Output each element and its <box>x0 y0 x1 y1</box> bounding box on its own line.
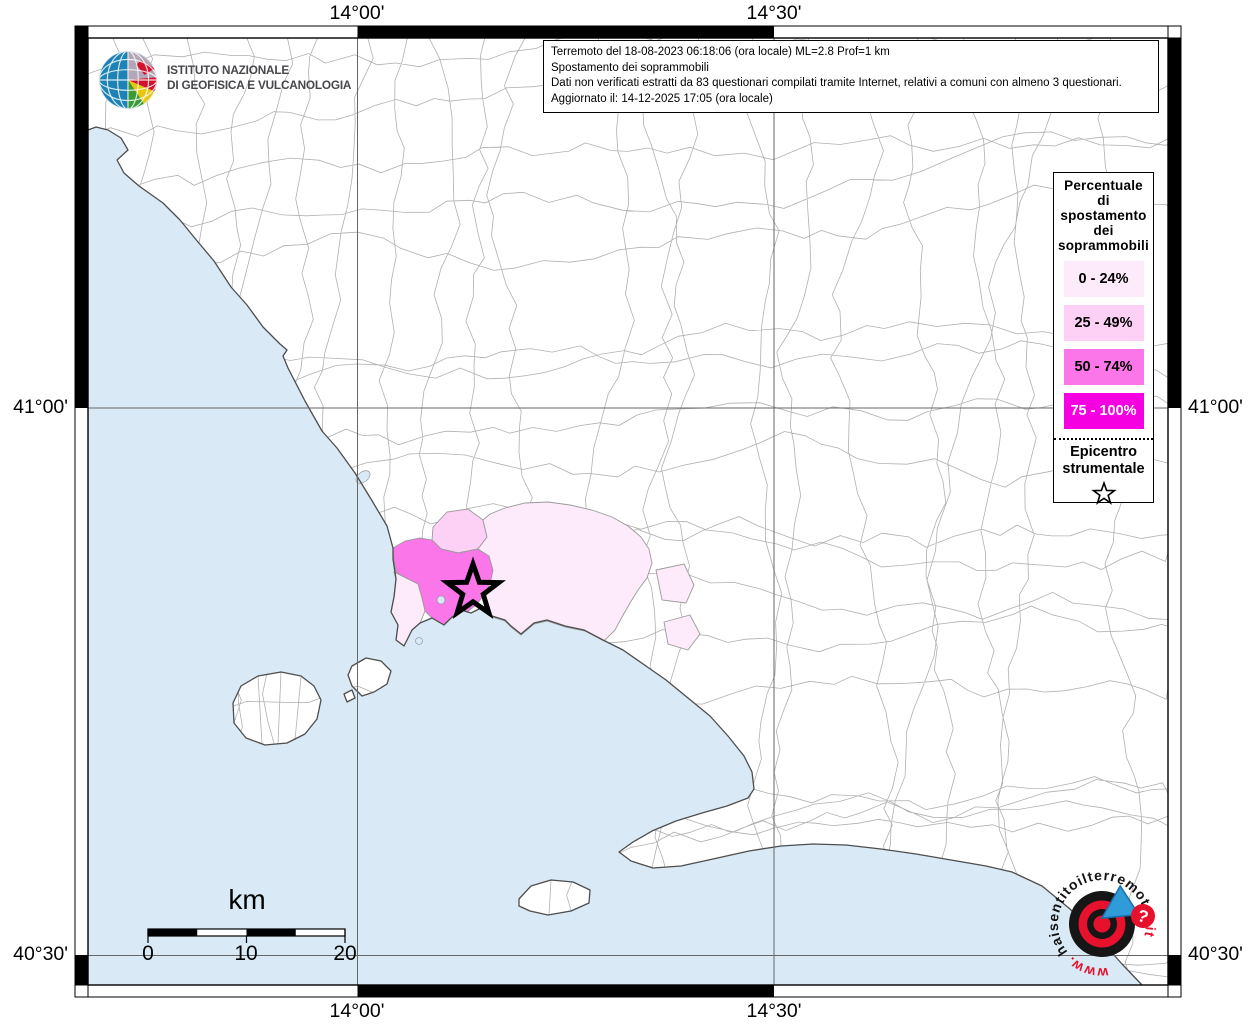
haisentitoilterremoto-logo: www. haisentitoilterremoto .it ? <box>1023 845 1167 998</box>
legend-divider <box>1054 438 1153 440</box>
info-line-updated: Aggiornato il: 14-12-2025 17:05 (ora loc… <box>551 92 773 105</box>
legend-box: Percentuale di spostamento dei soprammob… <box>1053 172 1154 505</box>
scale-tick-20: 20 <box>333 942 357 965</box>
ingv-wordmark-line1: ISTITUTO NAZIONALE <box>167 63 290 77</box>
legend-swatch-0-24: 0 - 24% <box>1063 261 1144 297</box>
lon-label-bottom-14-30: 14°30' <box>746 1000 802 1022</box>
legend-star-icon <box>1090 480 1117 505</box>
legend-swatch-25-49: 25 - 49% <box>1063 305 1144 341</box>
scale-tick-0: 0 <box>142 942 154 965</box>
info-line-effect: Spostamento dei soprammobili <box>551 61 709 74</box>
ingv-wordmark-line2: DI GEOFISICA E VULCANOLOGIA <box>167 77 352 92</box>
ingv-wordmark: ISTITUTO NAZIONALE DI GEOFISICA E VULCAN… <box>167 63 351 92</box>
scale-tick-10: 10 <box>234 942 258 965</box>
earthquake-info-box: Terremoto del 18-08-2023 06:18:06 (ora l… <box>543 40 1159 113</box>
lon-label-top-14-30: 14°30' <box>746 2 802 24</box>
legend-swatch-50-74: 50 - 74% <box>1063 349 1144 385</box>
lon-label-bottom-14-00: 14°00' <box>329 1000 385 1022</box>
legend-epicenter-label-line1: Epicentro <box>1070 444 1137 460</box>
info-line-source: Dati non verificati estratti da 83 quest… <box>551 77 1122 90</box>
lat-label-left-40-30: 40°30' <box>13 943 68 965</box>
legend-title: Percentuale di spostamento dei soprammob… <box>1058 178 1149 253</box>
ingv-globe-icon <box>99 51 157 109</box>
lon-label-top-14-00: 14°00' <box>329 2 385 24</box>
lat-label-left-41-00: 41°00' <box>13 396 68 418</box>
lat-label-right-41-00: 41°00' <box>1188 396 1243 418</box>
macroseismic-map-page: 14°00' 14°30' 14°00' 14°30' 41°00' 40°30… <box>0 0 1256 1024</box>
scale-bar-title: km <box>228 884 266 915</box>
ingv-logo: ISTITUTO NAZIONALE DI GEOFISICA E VULCAN… <box>95 46 415 118</box>
legend-epicenter-label-line2: strumentale <box>1062 461 1145 477</box>
legend-swatch-75-100: 75 - 100% <box>1063 393 1144 429</box>
info-line-event: Terremoto del 18-08-2023 06:18:06 (ora l… <box>551 46 890 58</box>
